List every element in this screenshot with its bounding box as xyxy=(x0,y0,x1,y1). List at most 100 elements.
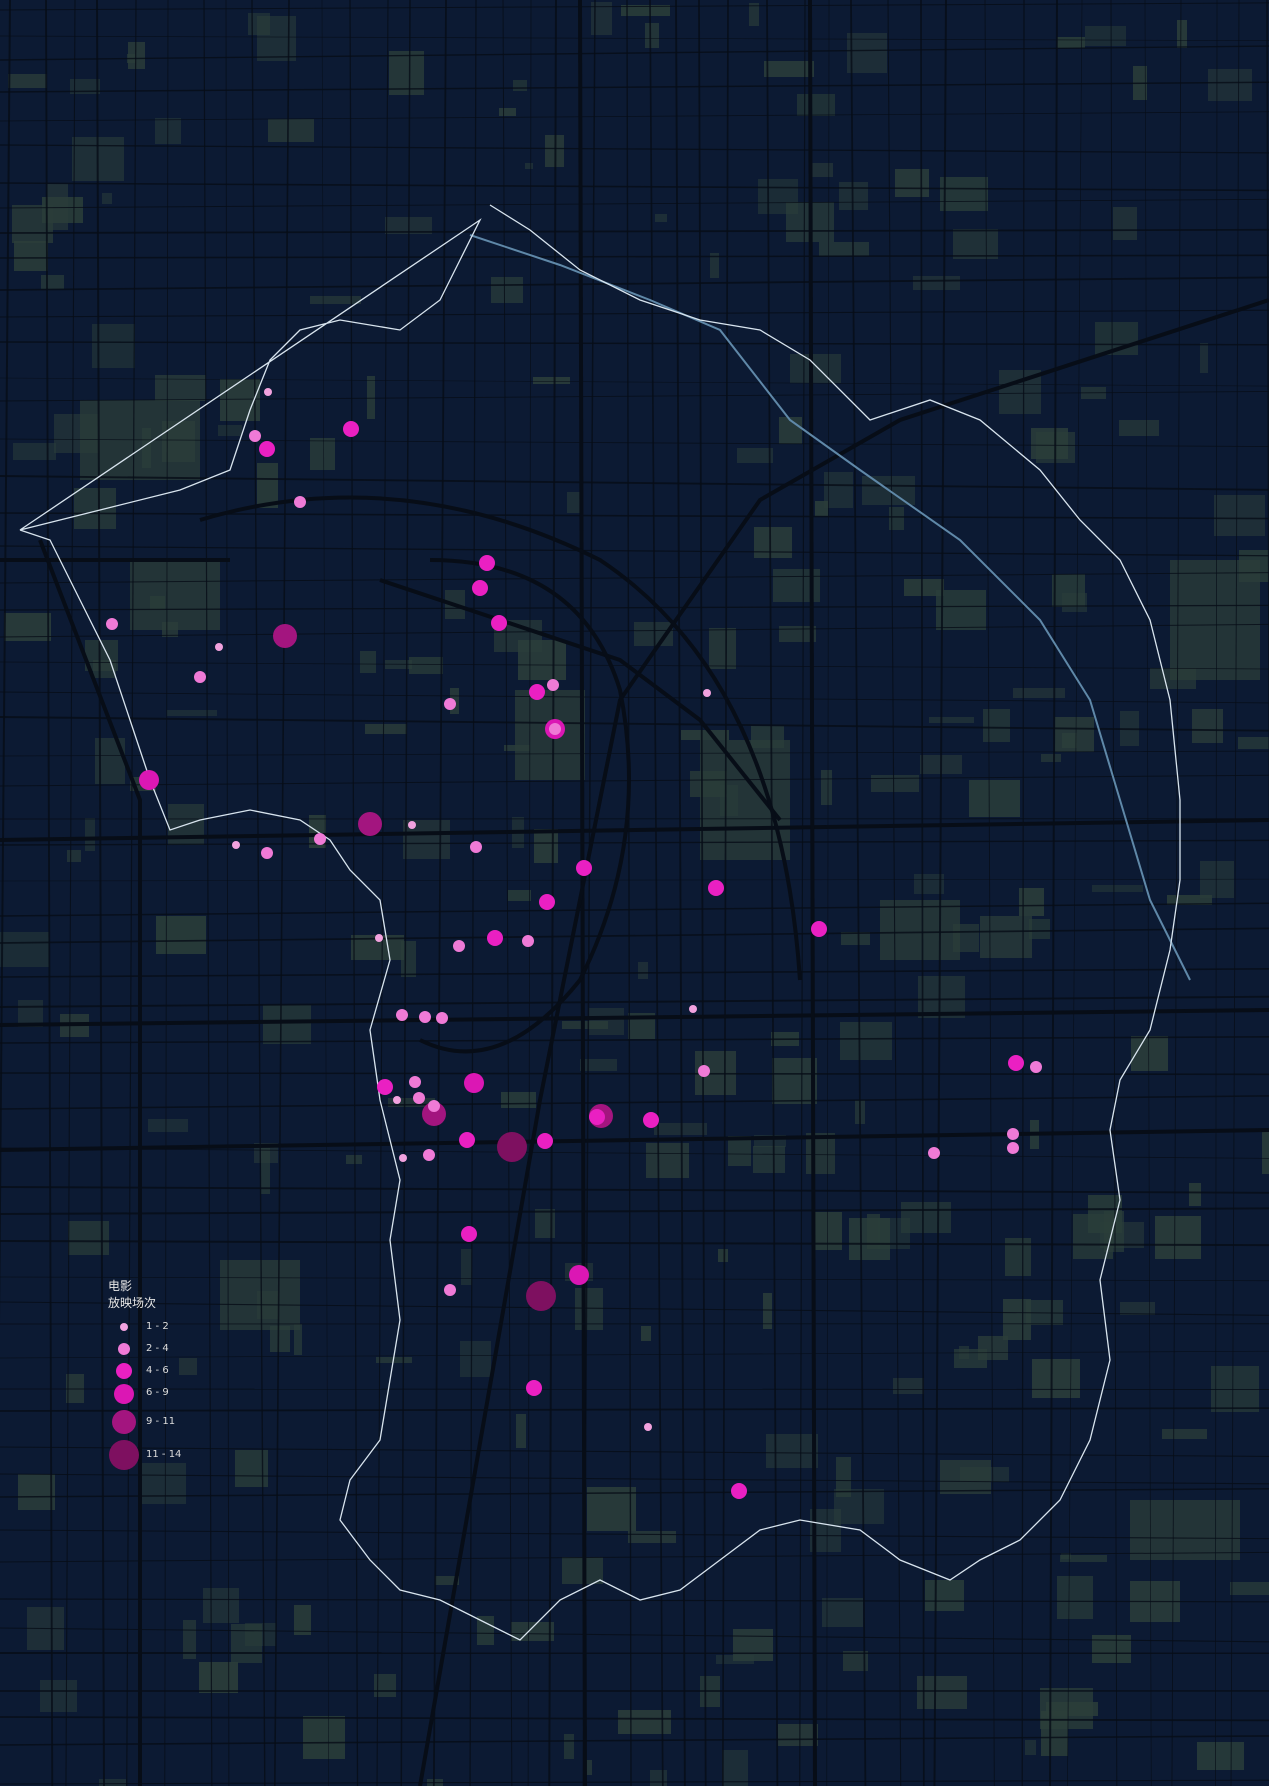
street xyxy=(203,0,213,1786)
cinema-point[interactable] xyxy=(459,1132,475,1148)
cinema-point[interactable] xyxy=(811,921,827,937)
street xyxy=(45,0,54,1786)
cinema-point[interactable] xyxy=(409,1076,421,1088)
cinema-point[interactable] xyxy=(358,812,382,836)
green-area xyxy=(525,163,533,169)
cinema-point[interactable] xyxy=(472,580,488,596)
cinema-point[interactable] xyxy=(408,821,416,829)
cinema-point[interactable] xyxy=(643,1112,659,1128)
green-area xyxy=(534,829,558,863)
cinema-point[interactable] xyxy=(569,1265,589,1285)
cinema-point[interactable] xyxy=(497,1132,527,1162)
cinema-point[interactable] xyxy=(549,723,561,735)
cinema-point[interactable] xyxy=(547,679,559,691)
cinema-point[interactable] xyxy=(576,860,592,876)
cinema-point[interactable] xyxy=(529,684,545,700)
cinema-point[interactable] xyxy=(698,1065,710,1077)
green-area xyxy=(8,74,47,88)
cinema-point[interactable] xyxy=(413,1092,425,1104)
cinema-point[interactable] xyxy=(470,841,482,853)
cinema-point[interactable] xyxy=(261,847,273,859)
cinema-point[interactable] xyxy=(689,1005,697,1013)
green-area xyxy=(929,717,974,723)
cinema-point[interactable] xyxy=(708,880,724,896)
green-area xyxy=(819,242,869,256)
cinema-point[interactable] xyxy=(644,1423,652,1431)
green-area xyxy=(790,354,841,383)
cinema-point[interactable] xyxy=(487,930,503,946)
cinema-point[interactable] xyxy=(423,1149,435,1161)
green-area xyxy=(936,590,986,630)
cinema-point[interactable] xyxy=(526,1380,542,1396)
green-area xyxy=(1197,1742,1244,1770)
cinema-point[interactable] xyxy=(106,618,118,630)
street xyxy=(675,0,686,1786)
street xyxy=(0,111,1269,122)
green-area xyxy=(749,3,759,26)
cinema-point[interactable] xyxy=(539,894,555,910)
cinema-point[interactable] xyxy=(491,615,507,631)
cinema-point[interactable] xyxy=(461,1226,477,1242)
green-area xyxy=(310,438,335,470)
cinema-point[interactable] xyxy=(396,1009,408,1021)
cinema-point[interactable] xyxy=(343,421,359,437)
cinema-point[interactable] xyxy=(259,441,275,457)
street xyxy=(0,902,1269,917)
cinema-point[interactable] xyxy=(232,841,240,849)
cinema-point[interactable] xyxy=(1007,1142,1019,1154)
cinema-point[interactable] xyxy=(537,1133,553,1149)
cinema-point[interactable] xyxy=(928,1147,940,1159)
cinema-point[interactable] xyxy=(444,698,456,710)
cinema-point[interactable] xyxy=(522,935,534,947)
cinema-point[interactable] xyxy=(294,496,306,508)
cinema-point[interactable] xyxy=(194,671,206,683)
cinema-point[interactable] xyxy=(249,430,261,442)
cinema-point[interactable] xyxy=(377,1079,393,1095)
green-area xyxy=(840,1022,892,1060)
cinema-point[interactable] xyxy=(1030,1061,1042,1073)
legend-symbol-icon xyxy=(116,1363,132,1379)
cinema-point[interactable] xyxy=(526,1281,556,1311)
green-area xyxy=(655,214,667,222)
cinema-point[interactable] xyxy=(264,388,272,396)
street xyxy=(0,0,11,1325)
cinema-point[interactable] xyxy=(419,1011,431,1023)
green-area xyxy=(102,193,112,204)
cinema-point[interactable] xyxy=(436,1012,448,1024)
cinema-point[interactable] xyxy=(215,643,223,651)
cinema-point[interactable] xyxy=(589,1109,605,1125)
cinema-point[interactable] xyxy=(399,1154,407,1162)
green-area xyxy=(360,651,376,673)
cinema-point[interactable] xyxy=(393,1096,401,1104)
cinema-point[interactable] xyxy=(428,1100,440,1112)
green-area xyxy=(1113,207,1137,240)
green-area xyxy=(513,80,527,91)
green-area xyxy=(716,1655,754,1664)
cinema-point[interactable] xyxy=(464,1073,484,1093)
street xyxy=(766,0,779,1786)
legend-item: 4 - 6 xyxy=(108,1360,169,1382)
cinema-point[interactable] xyxy=(479,555,495,571)
green-area xyxy=(969,780,1020,817)
map-canvas[interactable]: 电影 放映场次 1 - 2 2 - 4 4 - 6 6 - 9 9 - 11 1… xyxy=(0,0,1269,1786)
cinema-point[interactable] xyxy=(453,940,465,952)
cinema-point[interactable] xyxy=(444,1284,456,1296)
cinema-point[interactable] xyxy=(273,624,297,648)
street xyxy=(0,475,1269,491)
cinema-point[interactable] xyxy=(1007,1128,1019,1140)
cinema-point[interactable] xyxy=(139,770,159,790)
street xyxy=(1067,0,1083,1786)
cinema-point[interactable] xyxy=(314,833,326,845)
street xyxy=(0,1779,1269,1785)
legend-item: 11 - 14 xyxy=(108,1438,181,1472)
cinema-point[interactable] xyxy=(703,689,711,697)
green-area xyxy=(1041,754,1061,762)
cinema-point[interactable] xyxy=(731,1483,747,1499)
cinema-point[interactable] xyxy=(1008,1055,1024,1071)
green-area xyxy=(821,770,832,805)
street xyxy=(0,1350,1269,1359)
cinema-point[interactable] xyxy=(375,934,383,942)
green-area xyxy=(1025,1740,1036,1755)
green-area xyxy=(1208,69,1252,101)
street xyxy=(225,0,230,1786)
